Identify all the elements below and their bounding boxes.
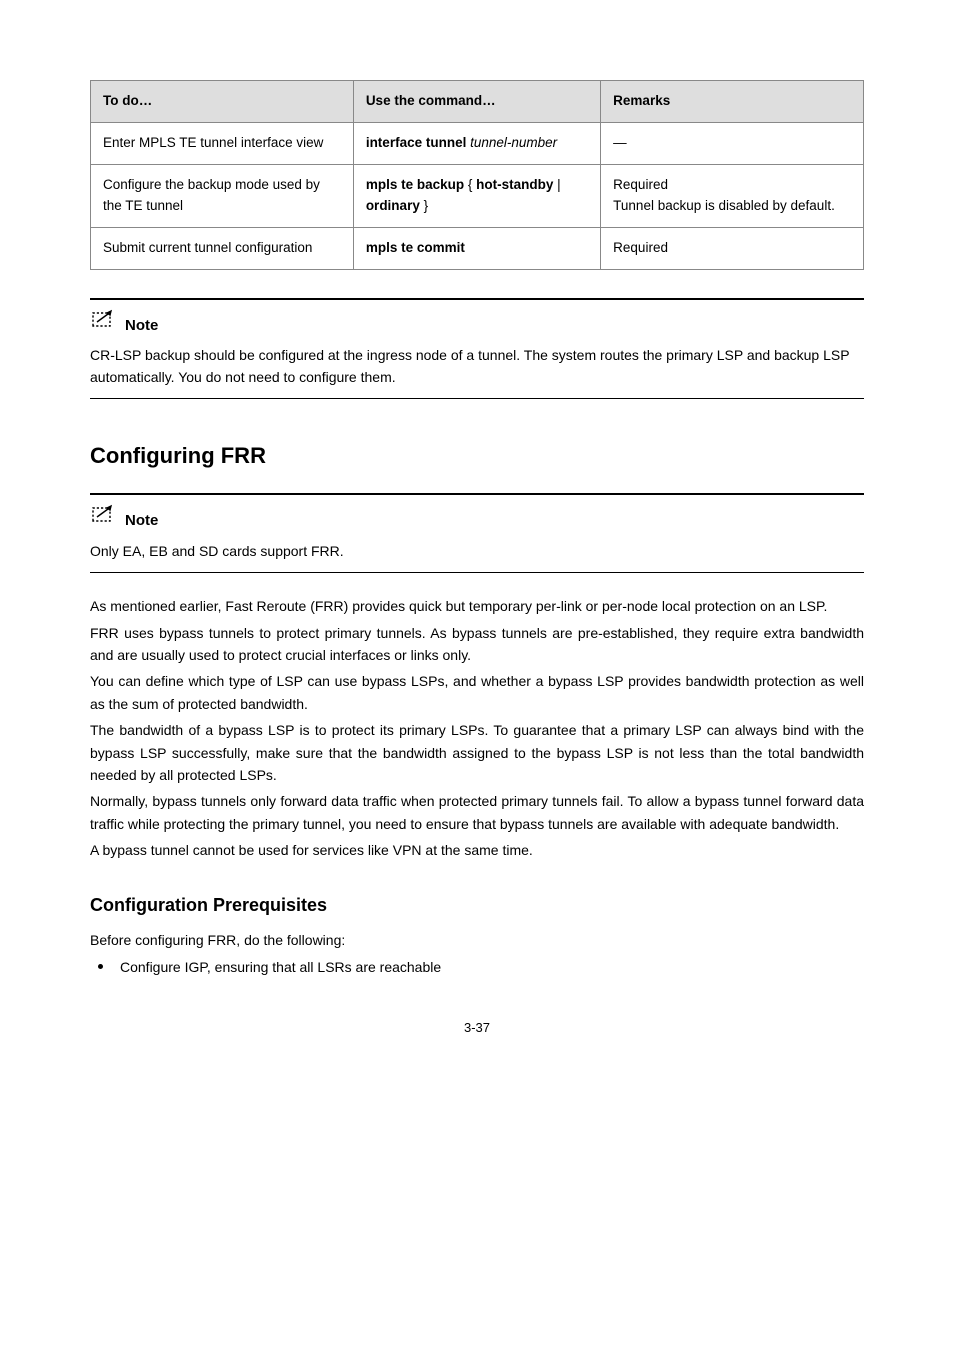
body-paragraph: As mentioned earlier, Fast Reroute (FRR)… — [90, 595, 864, 617]
cmd-keyword: interface tunnel — [366, 135, 467, 150]
cmd-option: hot-standby — [476, 177, 553, 192]
note-body: CR-LSP backup should be configured at th… — [90, 345, 864, 388]
cell-command: mpls te commit — [353, 227, 600, 269]
note-header: Note — [90, 308, 864, 337]
body-paragraph: You can define which type of LSP can use… — [90, 670, 864, 715]
subheading: Configuration Prerequisites — [90, 892, 864, 920]
cmd-brace: { — [464, 177, 476, 192]
remarks-line: Required — [613, 175, 851, 196]
bullet-list: Configure IGP, ensuring that all LSRs ar… — [90, 956, 864, 978]
divider — [90, 398, 864, 399]
table-row: Enter MPLS TE tunnel interface view inte… — [91, 122, 864, 164]
list-item: Configure IGP, ensuring that all LSRs ar… — [114, 956, 864, 978]
prereq-intro: Before configuring FRR, do the following… — [90, 929, 864, 951]
body-paragraph: FRR uses bypass tunnels to protect prima… — [90, 622, 864, 667]
note-header: Note — [90, 503, 864, 532]
cell-command: interface tunnel tunnel-number — [353, 122, 600, 164]
note-body: Only EA, EB and SD cards support FRR. — [90, 541, 864, 563]
cell-todo: Configure the backup mode used by the TE… — [91, 164, 354, 227]
cmd-brace: } — [420, 198, 428, 213]
note-icon — [90, 308, 118, 337]
divider — [90, 298, 864, 300]
divider — [90, 572, 864, 573]
cell-todo: Submit current tunnel configuration — [91, 227, 354, 269]
divider — [90, 493, 864, 495]
body-paragraph: The bandwidth of a bypass LSP is to prot… — [90, 719, 864, 786]
body-paragraph: A bypass tunnel cannot be used for servi… — [90, 839, 864, 861]
section-title: Configuring FRR — [90, 439, 864, 473]
note-block: Note CR-LSP backup should be configured … — [90, 308, 864, 389]
cell-remarks: Required Tunnel backup is disabled by de… — [601, 164, 864, 227]
note-label: Note — [125, 509, 158, 532]
cell-remarks: — — [601, 122, 864, 164]
note-label: Note — [125, 314, 158, 337]
body-paragraph: Normally, bypass tunnels only forward da… — [90, 790, 864, 835]
table-row: Submit current tunnel configuration mpls… — [91, 227, 864, 269]
note-block: Note Only EA, EB and SD cards support FR… — [90, 503, 864, 562]
note-icon — [90, 503, 118, 532]
cmd-arg: tunnel-number — [466, 135, 557, 150]
cell-remarks: Required — [601, 227, 864, 269]
page-number: 3-37 — [90, 1018, 864, 1038]
th-todo: To do… — [91, 81, 354, 123]
th-command: Use the command… — [353, 81, 600, 123]
cmd-keyword: mpls te backup — [366, 177, 464, 192]
table-row: Configure the backup mode used by the TE… — [91, 164, 864, 227]
remarks-line: Tunnel backup is disabled by default. — [613, 196, 851, 217]
cmd-option: ordinary — [366, 198, 420, 213]
th-remarks: Remarks — [601, 81, 864, 123]
config-table: To do… Use the command… Remarks Enter MP… — [90, 80, 864, 270]
cell-todo: Enter MPLS TE tunnel interface view — [91, 122, 354, 164]
cell-command: mpls te backup { hot-standby | ordinary … — [353, 164, 600, 227]
cmd-keyword: mpls te commit — [366, 240, 465, 255]
cmd-sep: | — [553, 177, 560, 192]
